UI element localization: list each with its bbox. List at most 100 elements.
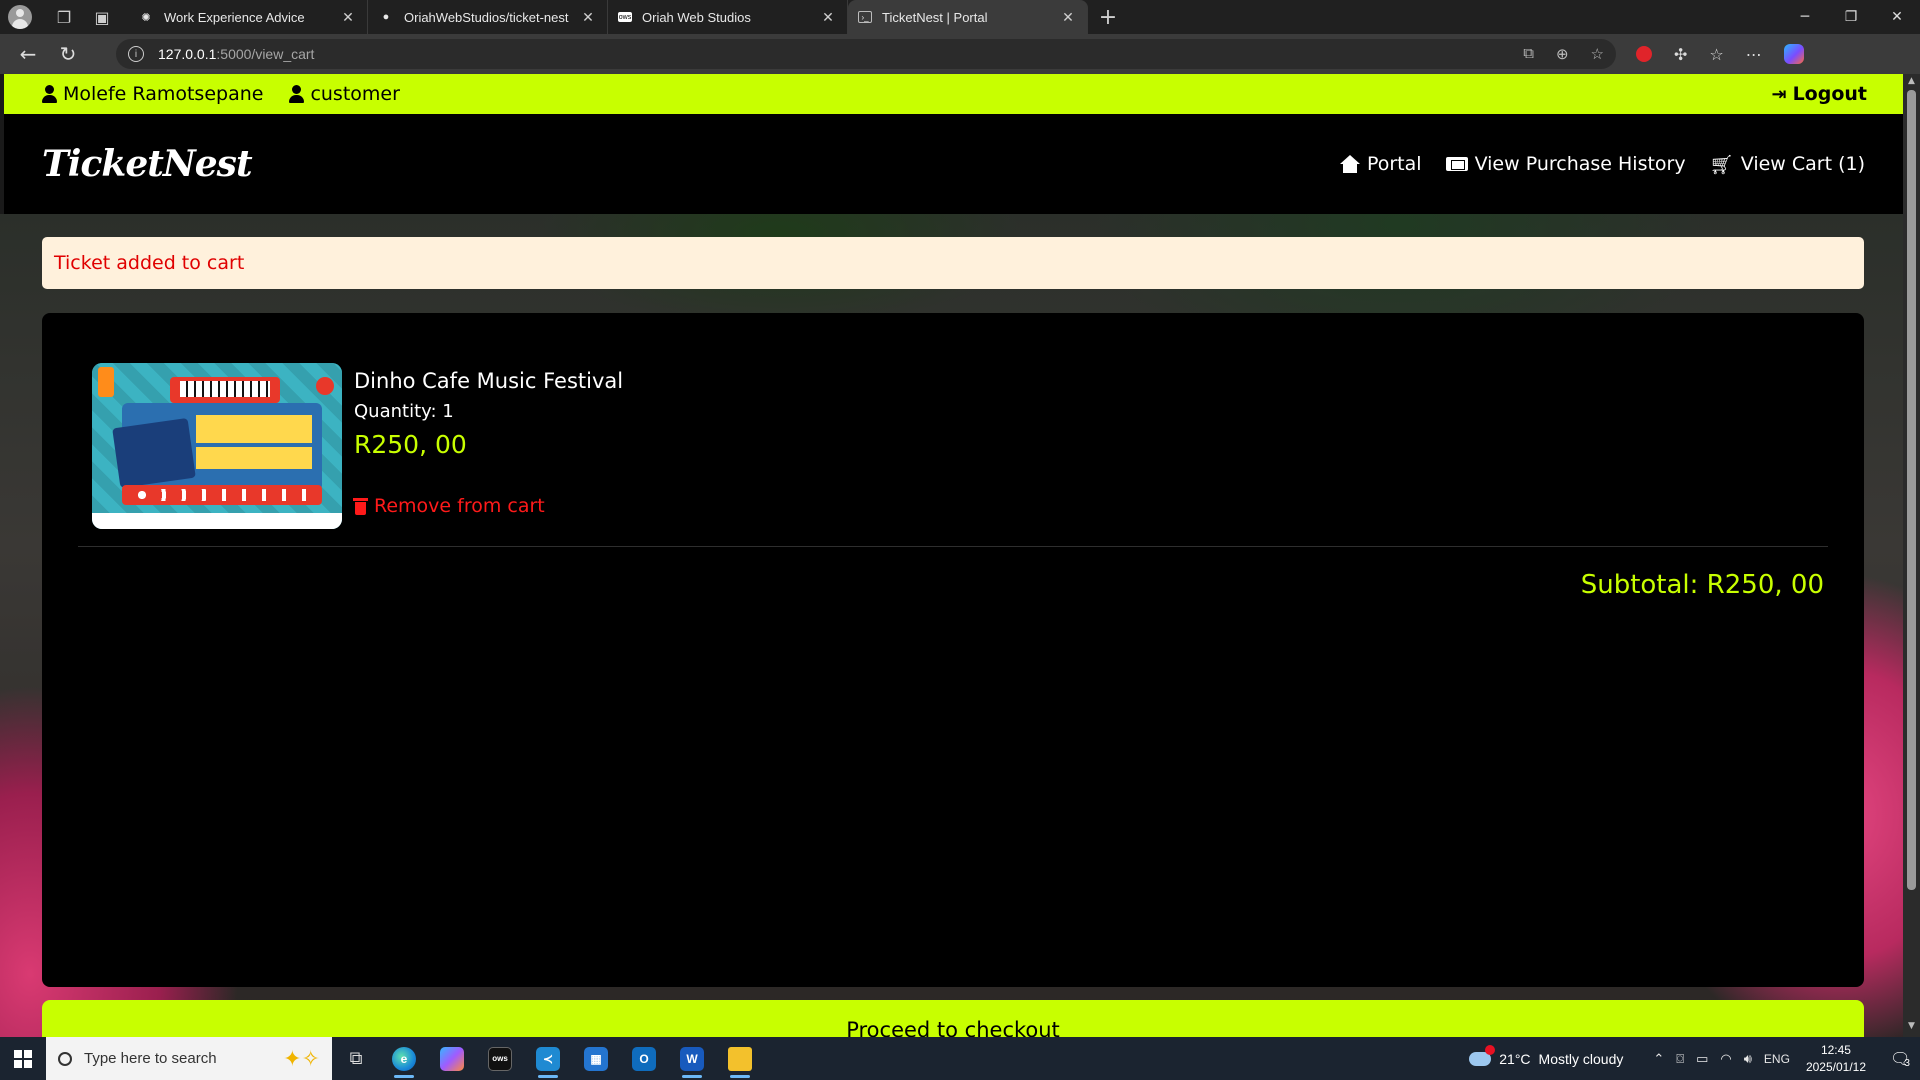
browser-address-bar: ← ↻ i 127.0.0.1 :5000/view_cart ⧉ ⊕ ☆ ✣ … <box>0 34 1920 74</box>
tab-work-experience[interactable]: ✺ Work Experience Advice ✕ <box>128 0 368 34</box>
vscode-icon: ≺ <box>536 1046 560 1071</box>
windows-logo-icon <box>14 1049 32 1068</box>
search-icon <box>58 1051 72 1066</box>
taskbar-edge[interactable]: e <box>380 1037 428 1080</box>
reload-icon[interactable]: ↻ <box>48 34 88 74</box>
system-tray: 21°C Mostly cloudy ⌃ ⌼ ▭ ◠ 🔊︎ ENG 12:45 … <box>1469 1037 1920 1080</box>
start-button[interactable] <box>0 1037 46 1080</box>
close-window-icon[interactable]: ✕ <box>1874 0 1920 34</box>
camera-icon[interactable]: ⌼ <box>1676 1051 1684 1067</box>
site-info-icon[interactable]: i <box>128 46 144 62</box>
nav-link-portal[interactable]: Portal <box>1339 153 1422 176</box>
search-highlight-icon: ✦✧ <box>283 1045 320 1071</box>
notification-count: 3 <box>1904 1058 1910 1069</box>
store-icon: ▦ <box>584 1046 608 1071</box>
taskbar-word[interactable]: W <box>668 1037 716 1080</box>
minimize-icon[interactable]: ─ <box>1782 0 1828 34</box>
terminal-app-icon: ows <box>488 1046 512 1071</box>
scroll-up-icon[interactable]: ▲ <box>1903 76 1920 90</box>
tab-title: Oriah Web Studios <box>642 9 751 25</box>
cart-item-info: Dinho Cafe Music Festival Quantity: 1 R2… <box>353 363 623 529</box>
url-field[interactable]: i 127.0.0.1 :5000/view_cart ⧉ ⊕ ☆ <box>116 39 1616 69</box>
github-icon: ● <box>382 11 390 23</box>
close-icon[interactable]: ✕ <box>819 9 837 26</box>
tab-actions-icon[interactable]: ▣ <box>88 3 116 31</box>
brand-logo[interactable]: TicketNest <box>42 143 253 185</box>
nav-label: View Purchase History <box>1474 153 1686 175</box>
copilot-icon[interactable] <box>1783 44 1804 64</box>
word-icon: W <box>680 1046 704 1071</box>
user-topbar: Molefe Ramotsepane customer ⇥ Logout <box>4 74 1903 114</box>
taskbar-search-box[interactable]: Type here to search ✦✧ <box>46 1037 332 1080</box>
back-arrow-icon[interactable]: ← <box>8 34 48 74</box>
scroll-thumb[interactable] <box>1907 90 1916 890</box>
extension-icon[interactable] <box>1636 46 1652 62</box>
sign-out-icon: ⇥ <box>1771 83 1787 105</box>
item-quantity: Quantity: 1 <box>354 401 454 422</box>
user-role: customer <box>310 83 400 105</box>
remove-from-cart-button[interactable]: Remove from cart <box>353 495 623 517</box>
language-indicator[interactable]: ENG <box>1764 1052 1790 1066</box>
close-icon[interactable]: ✕ <box>579 9 597 26</box>
page-scrollbar[interactable]: ▲ ▼ <box>1903 74 1920 1037</box>
battery-icon[interactable]: ▭ <box>1696 1051 1708 1067</box>
cart-item: Dinho Cafe Music Festival Quantity: 1 R2… <box>92 363 623 529</box>
clock-time: 12:45 <box>1820 1042 1851 1057</box>
openai-icon: ✺ <box>141 11 151 24</box>
wifi-icon[interactable]: ◠ <box>1720 1051 1731 1067</box>
clock[interactable]: 12:45 2025/01/12 <box>1806 1042 1866 1076</box>
open-in-app-icon[interactable]: ⧉ <box>1523 45 1534 63</box>
cart-subtotal: Subtotal: R250, 00 <box>1580 570 1824 600</box>
volume-icon[interactable]: 🔊︎ <box>1744 1051 1752 1067</box>
workspaces-icon[interactable]: ❐ <box>50 3 78 31</box>
tab-ticketnest-portal[interactable]: ›_ TicketNest | Portal ✕ <box>848 0 1088 34</box>
url-actions: ⧉ ⊕ ☆ <box>1523 45 1604 63</box>
nav-label: View Cart (1) <box>1740 153 1865 175</box>
profile-avatar-icon[interactable] <box>8 5 32 29</box>
user-role-item: customer <box>289 83 400 105</box>
user-name-item: Molefe Ramotsepane <box>42 83 263 105</box>
nav-link-view-cart[interactable]: 🛒︎ View Cart (1) <box>1710 153 1865 176</box>
task-view-button[interactable]: ⧉ <box>332 1037 380 1080</box>
logout-label: Logout <box>1792 83 1867 105</box>
user-name: Molefe Ramotsepane <box>63 83 264 105</box>
favorites-icon[interactable]: ☆ <box>1709 45 1723 64</box>
main-navbar: TicketNest Portal View Purchase History … <box>4 114 1903 214</box>
remove-label: Remove from cart <box>374 495 545 517</box>
browser-tab-bar: ❐ ▣ ✺ Work Experience Advice ✕ ● OriahWe… <box>0 0 1920 34</box>
new-tab-button[interactable]: + <box>1088 5 1128 30</box>
window-controls: ─ ❐ ✕ <box>1782 0 1920 34</box>
zoom-icon[interactable]: ⊕ <box>1556 45 1569 63</box>
cart-panel: Dinho Cafe Music Festival Quantity: 1 R2… <box>42 313 1864 987</box>
more-menu-icon[interactable]: ⋯ <box>1746 45 1762 64</box>
taskbar-copilot[interactable] <box>428 1037 476 1080</box>
user-tie-icon <box>289 85 305 103</box>
taskbar-file-explorer[interactable] <box>716 1037 764 1080</box>
tab-oriah-web-studios[interactable]: ows Oriah Web Studios ✕ <box>608 0 848 34</box>
event-poster-image <box>92 363 342 529</box>
home-icon <box>1339 155 1360 173</box>
nav-link-purchase-history[interactable]: View Purchase History <box>1445 153 1686 176</box>
weather-widget[interactable]: 21°C Mostly cloudy <box>1469 1044 1623 1067</box>
restore-icon[interactable]: ❐ <box>1828 0 1874 34</box>
close-icon[interactable]: ✕ <box>1059 9 1077 26</box>
tab-title: OriahWebStudios/ticket-nest <box>404 9 569 25</box>
scroll-down-icon[interactable]: ▼ <box>1903 1021 1920 1035</box>
logout-link[interactable]: ⇥ Logout <box>1771 83 1867 105</box>
favorite-star-icon[interactable]: ☆ <box>1591 45 1604 63</box>
taskbar-store[interactable]: ▦ <box>572 1037 620 1080</box>
extensions-puzzle-icon[interactable]: ✣ <box>1674 45 1687 64</box>
tab-github-repo[interactable]: ● OriahWebStudios/ticket-nest ✕ <box>368 0 608 34</box>
checkout-label: Proceed to checkout <box>846 1018 1060 1037</box>
chevron-up-icon[interactable]: ⌃ <box>1653 1051 1664 1067</box>
taskbar-vscode[interactable]: ≺ <box>524 1037 572 1080</box>
search-placeholder: Type here to search <box>84 1050 217 1067</box>
taskbar-outlook[interactable]: O <box>620 1037 668 1080</box>
taskbar-terminal[interactable]: ows <box>476 1037 524 1080</box>
proceed-to-checkout-button[interactable]: Proceed to checkout <box>42 1000 1864 1037</box>
clock-date: 2025/01/12 <box>1805 1059 1866 1074</box>
flash-message: Ticket added to cart <box>42 237 1864 289</box>
notification-center-button[interactable]: 🗨︎ 3 <box>1880 1048 1920 1070</box>
user-icon <box>42 85 57 103</box>
close-icon[interactable]: ✕ <box>339 9 357 26</box>
